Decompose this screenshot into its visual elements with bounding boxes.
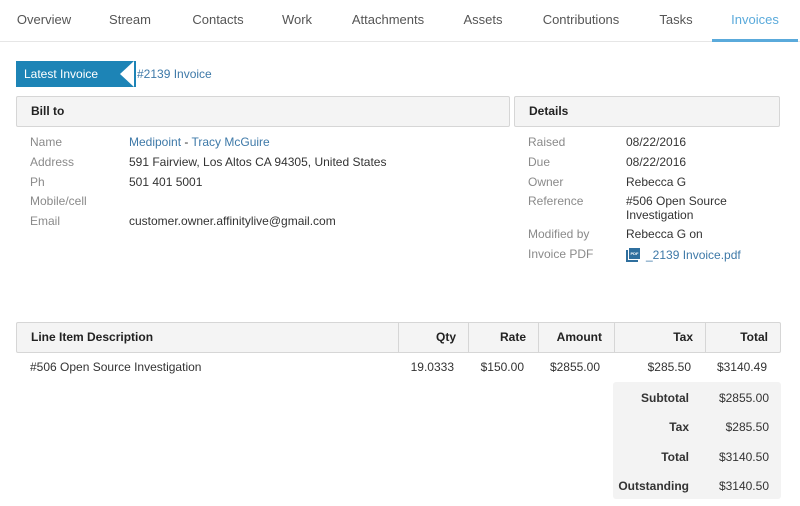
row-qty: 19.0333: [410, 360, 454, 374]
reference-label: Reference: [528, 194, 584, 208]
row-tax: $285.50: [647, 360, 691, 374]
outstanding-value: $3140.50: [718, 479, 769, 493]
email-value: customer.owner.affinitylive@gmail.com: [129, 214, 336, 228]
row-total: $3140.49: [716, 360, 767, 374]
mobile-label: Mobile/cell: [30, 194, 87, 208]
due-label: Due: [528, 155, 551, 169]
header-total: Total: [705, 323, 780, 352]
details-header: Details: [514, 96, 780, 127]
owner-label: Owner: [528, 175, 564, 189]
tab-contributions[interactable]: Contributions: [530, 0, 632, 42]
details-section: Raised 08/22/2016 Due 08/22/2016 Owner R…: [528, 135, 778, 265]
table-header: Line Item Description Qty Rate Amount Ta…: [16, 322, 781, 353]
phone-link[interactable]: 501 401 5001: [129, 175, 202, 189]
tab-work[interactable]: Work: [268, 0, 326, 42]
row-amount: $2855.00: [549, 360, 600, 374]
header-tax: Tax: [614, 323, 705, 352]
invoice-pdf-link[interactable]: PDF _2139 Invoice.pdf: [626, 248, 741, 262]
header-qty: Qty: [398, 323, 468, 352]
invoice-pdf-label: Invoice PDF: [528, 247, 594, 261]
name-value: Medipoint - Tracy McGuire: [129, 135, 270, 149]
pdf-filename[interactable]: _2139 Invoice.pdf: [646, 248, 741, 262]
name-separator: -: [181, 135, 192, 149]
header-rate: Rate: [468, 323, 538, 352]
pdf-file-icon: PDF: [626, 248, 640, 262]
row-rate: $150.00: [480, 360, 524, 374]
reference-line-2: Investigation: [626, 208, 694, 222]
total-label: Total: [661, 450, 689, 464]
bill-to-header: Bill to: [16, 96, 510, 127]
reference-link[interactable]: #506 Open Source Investigation: [626, 194, 727, 222]
subtotal-label: Subtotal: [641, 391, 689, 405]
tab-tasks[interactable]: Tasks: [646, 0, 706, 42]
tab-assets[interactable]: Assets: [450, 0, 516, 42]
outstanding-label: Outstanding: [618, 479, 689, 493]
due-value: 08/22/2016: [626, 155, 687, 169]
banner-notch: [120, 61, 134, 87]
tab-bar: Overview Stream Contacts Work Attachment…: [0, 0, 800, 42]
raised-label: Raised: [528, 135, 566, 149]
invoice-link[interactable]: #2139 Invoice: [137, 61, 212, 87]
row-description: #506 Open Source Investigation: [30, 360, 202, 374]
raised-value: 08/22/2016: [626, 135, 687, 149]
latest-invoice-label: Latest Invoice: [16, 61, 136, 87]
address-value: 591 Fairview, Los Altos CA 94305, United…: [129, 155, 387, 169]
tab-stream[interactable]: Stream: [92, 0, 168, 42]
tab-invoices[interactable]: Invoices: [712, 0, 798, 42]
header-amount: Amount: [538, 323, 614, 352]
tax-value: $285.50: [725, 420, 769, 434]
tax-label: Tax: [669, 420, 689, 434]
modified-label: Modified by: [528, 227, 590, 241]
bill-to-section: Name Medipoint - Tracy McGuire Address 5…: [30, 135, 500, 235]
table-row: #506 Open Source Investigation 19.0333 $…: [16, 360, 781, 380]
contact-link[interactable]: Tracy McGuire: [191, 135, 269, 149]
address-label: Address: [30, 155, 75, 169]
company-link[interactable]: Medipoint: [129, 135, 181, 149]
total-value: $3140.50: [718, 450, 769, 464]
modified-value: Rebecca G on: [626, 227, 703, 241]
owner-value: Rebecca G: [626, 175, 687, 189]
tab-contacts[interactable]: Contacts: [178, 0, 258, 42]
name-label: Name: [30, 135, 63, 149]
header-description: Line Item Description: [31, 330, 154, 344]
tab-attachments[interactable]: Attachments: [340, 0, 436, 42]
tab-overview[interactable]: Overview: [4, 0, 84, 42]
invoice-summary: Subtotal $2855.00 Tax $285.50 Total $314…: [613, 382, 781, 499]
email-label: Email: [30, 214, 61, 228]
subtotal-value: $2855.00: [718, 391, 769, 405]
reference-line-1: #506 Open Source: [626, 194, 727, 208]
phone-label: Ph: [30, 175, 45, 189]
